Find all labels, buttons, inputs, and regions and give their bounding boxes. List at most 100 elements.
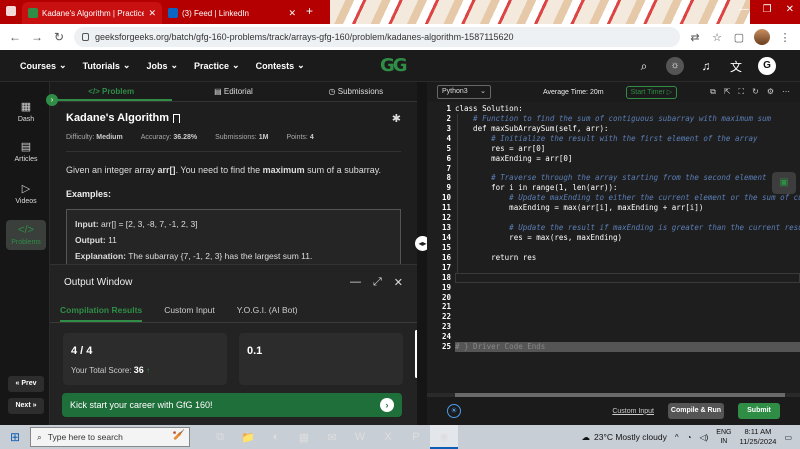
translate-site-icon[interactable]: 文 <box>728 58 744 75</box>
browser-tab-linkedin[interactable]: (3) Feed | LinkedIn ✕ <box>162 2 302 24</box>
code-line[interactable]: # Traverse through the array starting fr… <box>455 173 800 183</box>
taskbar-clock[interactable]: 8:11 AM 11/25/2024 <box>739 427 776 447</box>
code-line[interactable]: # } Driver Code Ends <box>455 342 800 353</box>
theme-toggle-icon[interactable]: ☼ <box>666 57 684 75</box>
tab-search-icon[interactable] <box>6 6 16 16</box>
code-line[interactable]: return res <box>455 253 800 263</box>
forward-arrow-icon[interactable]: → <box>30 30 44 44</box>
panel-splitter[interactable] <box>417 82 427 425</box>
reload-icon[interactable]: ↻ <box>52 30 66 44</box>
nav-contests[interactable]: Contests ⌄ <box>256 60 305 71</box>
store-icon[interactable]: ▦ <box>290 425 318 449</box>
code-line[interactable]: class Solution: <box>455 104 800 114</box>
restore-icon[interactable]: ❐ <box>763 4 772 15</box>
bookmark-star-icon[interactable]: ☆ <box>710 31 724 44</box>
next-button[interactable]: Next » <box>8 398 44 414</box>
code-editor[interactable]: 1 2 3 4 5 6 7 8 9 10 11 12 13 14 15 16 17 18 19 20 21 22 23 24 2… <box>427 102 800 397</box>
chevron-right-icon[interactable]: › <box>380 398 394 412</box>
editor-theme-icon[interactable]: ☀ <box>447 404 461 418</box>
task-view-icon[interactable]: ⧉ <box>206 425 234 449</box>
start-timer-button[interactable]: Start Timer ▷ <box>625 85 678 99</box>
tab-compilation-results[interactable]: Compilation Results <box>60 299 143 322</box>
volume-icon[interactable]: ◁) <box>699 433 708 442</box>
browser-tab-active[interactable]: Kadane's Algorithm | Practice | ✕ <box>22 2 162 24</box>
input-language[interactable]: ENG IN <box>716 428 731 446</box>
copy-icon[interactable]: ⧉ <box>710 87 716 97</box>
translate-icon[interactable]: ⇄ <box>688 31 702 44</box>
close-tab-icon[interactable]: ✕ <box>288 8 296 19</box>
close-output-icon[interactable]: ✕ <box>394 276 403 289</box>
tab-submissions[interactable]: ◷ Submissions <box>295 82 417 101</box>
code-line[interactable]: # Function to find the sum of contiguous… <box>455 114 800 124</box>
nav-jobs[interactable]: Jobs ⌄ <box>146 60 178 71</box>
tab-editorial[interactable]: ▤ Editorial <box>172 82 294 101</box>
sidebar-item-dash[interactable]: ▦ Dash <box>6 100 46 123</box>
chrome-icon[interactable]: ◉ <box>430 425 458 449</box>
gfg160-banner[interactable]: Kick start your career with GfG 160! › <box>62 393 402 417</box>
code-line[interactable]: res = arr[0] <box>455 144 800 154</box>
code-line[interactable] <box>455 302 800 312</box>
nav-tutorials[interactable]: Tutorials ⌄ <box>83 60 131 71</box>
code-line[interactable] <box>455 164 800 174</box>
code-line[interactable] <box>455 332 800 342</box>
compile-run-button[interactable]: Compile & Run <box>668 403 724 419</box>
extensions-icon[interactable]: ▢ <box>732 31 746 44</box>
code-line[interactable]: res = max(res, maxEnding) <box>455 233 800 243</box>
submit-button[interactable]: Submit <box>738 403 780 419</box>
excel-icon[interactable]: X <box>374 425 402 449</box>
file-explorer-icon[interactable]: 📁 <box>234 425 262 449</box>
sidebar-item-videos[interactable]: ▷ Videos <box>6 182 46 205</box>
reset-icon[interactable]: ↻ <box>752 87 759 97</box>
back-arrow-icon[interactable]: ← <box>8 30 22 44</box>
notification-bell-icon[interactable]: ♫ <box>698 59 714 73</box>
code-line[interactable] <box>455 293 800 303</box>
browser-menu-icon[interactable]: ⋮ <box>778 31 792 44</box>
edge-browser-icon[interactable]: ◐ <box>262 425 290 449</box>
tab-yogi-ai-bot[interactable]: Y.O.G.I. (AI Bot) <box>237 299 298 322</box>
nav-practice[interactable]: Practice ⌄ <box>194 60 240 71</box>
network-icon[interactable]: ◔ <box>687 433 692 442</box>
code-line[interactable] <box>455 243 800 253</box>
code-line[interactable]: # Initialize the result with the first e… <box>455 134 800 144</box>
code-line[interactable]: maxEnding = max(arr[i], maxEnding + arr[… <box>455 203 800 213</box>
windows-start-icon[interactable]: ⊞ <box>0 430 30 444</box>
outlook-icon[interactable]: ✉ <box>318 425 346 449</box>
gfg-logo[interactable]: GG <box>380 55 420 77</box>
notifications-icon[interactable]: ▭ <box>784 433 792 442</box>
code-line[interactable]: # Update the result if maxEnding is grea… <box>455 223 800 233</box>
code-line[interactable]: def maxSubArraySum(self, arr): <box>455 124 800 134</box>
powerpoint-icon[interactable]: P <box>402 425 430 449</box>
tab-custom-input[interactable]: Custom Input <box>164 299 215 322</box>
code-line[interactable]: maxEnding = arr[0] <box>455 154 800 164</box>
close-window-icon[interactable]: ✕ <box>786 4 794 15</box>
code-line[interactable]: for i in range(1, len(arr)): <box>455 183 800 193</box>
sidebar-toggle-icon[interactable]: › <box>46 94 58 106</box>
fullscreen-icon[interactable]: ⛶ <box>739 87 745 97</box>
code-line[interactable] <box>455 263 800 273</box>
minimize-icon[interactable]: — <box>739 4 749 15</box>
nav-courses[interactable]: Courses ⌄ <box>20 60 67 71</box>
prev-button[interactable]: « Prev <box>8 376 44 392</box>
custom-input-link[interactable]: Custom Input <box>612 408 654 415</box>
expand-output-icon[interactable]: ⤢ <box>373 276 382 289</box>
sidebar-item-problems[interactable]: </> Problems <box>6 220 46 250</box>
site-info-icon[interactable] <box>82 33 89 41</box>
chat-icon[interactable]: ▣ <box>772 172 796 194</box>
minimize-output-icon[interactable]: — <box>350 276 361 289</box>
new-tab-button[interactable]: + <box>306 4 313 18</box>
tray-chevron-icon[interactable]: ^ <box>675 433 679 442</box>
code-line[interactable] <box>455 213 800 223</box>
bookmark-icon[interactable] <box>173 113 181 123</box>
profile-avatar[interactable] <box>754 29 770 45</box>
code-line[interactable] <box>455 273 800 283</box>
code-line[interactable] <box>455 322 800 332</box>
word-icon[interactable]: W <box>346 425 374 449</box>
url-field[interactable]: geeksforgeeks.org/batch/gfg-160-problems… <box>74 27 680 47</box>
settings-gear-icon[interactable]: ⚙ <box>767 87 774 97</box>
weather-widget[interactable]: ☁ 23°C Mostly cloudy <box>582 432 667 443</box>
export-icon[interactable]: ⇱ <box>724 87 731 97</box>
tab-problem[interactable]: </> Problem <box>50 82 173 101</box>
language-select[interactable]: Python3 ⌄ <box>437 85 491 99</box>
close-tab-icon[interactable]: ✕ <box>148 8 156 19</box>
code-line[interactable] <box>455 312 800 322</box>
